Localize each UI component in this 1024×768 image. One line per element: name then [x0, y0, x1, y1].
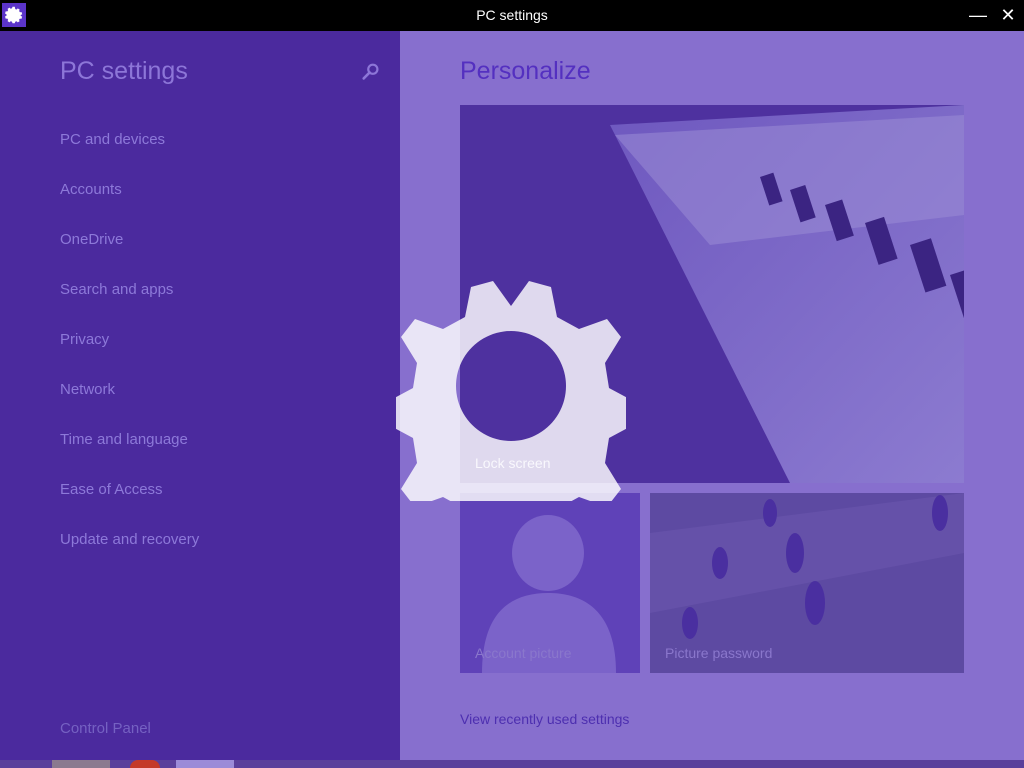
nav-item-privacy[interactable]: Privacy	[60, 331, 199, 381]
nav-item-update-and-recovery[interactable]: Update and recovery	[60, 531, 199, 581]
nav-list: PC and devices Accounts OneDrive Search …	[60, 131, 199, 581]
control-panel-link[interactable]: Control Panel	[60, 720, 151, 737]
picture-password-tile[interactable]: Picture password	[650, 493, 964, 673]
nav-title: PC settings	[60, 57, 188, 85]
window-title: PC settings	[476, 7, 548, 23]
nav-item-ease-of-access[interactable]: Ease of Access	[60, 481, 199, 531]
taskbar-item-browser[interactable]	[130, 760, 160, 768]
nav-item-accounts[interactable]: Accounts	[60, 181, 199, 231]
nav-item-search-and-apps[interactable]: Search and apps	[60, 281, 199, 331]
close-button[interactable]: ✕	[995, 4, 1021, 26]
title-bar: PC settings — ✕	[0, 0, 1024, 31]
nav-item-time-and-language[interactable]: Time and language	[60, 431, 199, 481]
account-picture-tile[interactable]: Account picture	[460, 493, 640, 673]
page-title: Personalize	[460, 57, 591, 85]
lock-screen-tile[interactable]: Lock screen	[460, 105, 964, 483]
view-recent-settings-link[interactable]: View recently used settings	[460, 711, 629, 727]
search-icon[interactable]	[360, 61, 384, 85]
account-picture-label: Account picture	[475, 645, 572, 661]
nav-item-onedrive[interactable]: OneDrive	[60, 231, 199, 281]
taskbar-item-explorer[interactable]	[52, 760, 110, 768]
minimize-button[interactable]: —	[965, 4, 991, 26]
taskbar	[0, 760, 1024, 768]
lock-screen-label: Lock screen	[475, 455, 551, 471]
piano-image	[460, 105, 964, 483]
picture-password-label: Picture password	[665, 645, 773, 661]
settings-nav: PC settings PC and devices Accounts OneD…	[0, 31, 400, 760]
nav-item-network[interactable]: Network	[60, 381, 199, 431]
nav-item-pc-and-devices[interactable]: PC and devices	[60, 131, 199, 181]
personalize-pane: Personalize Lock screen Account picture …	[400, 31, 1024, 760]
taskbar-item-settings[interactable]	[176, 760, 234, 768]
